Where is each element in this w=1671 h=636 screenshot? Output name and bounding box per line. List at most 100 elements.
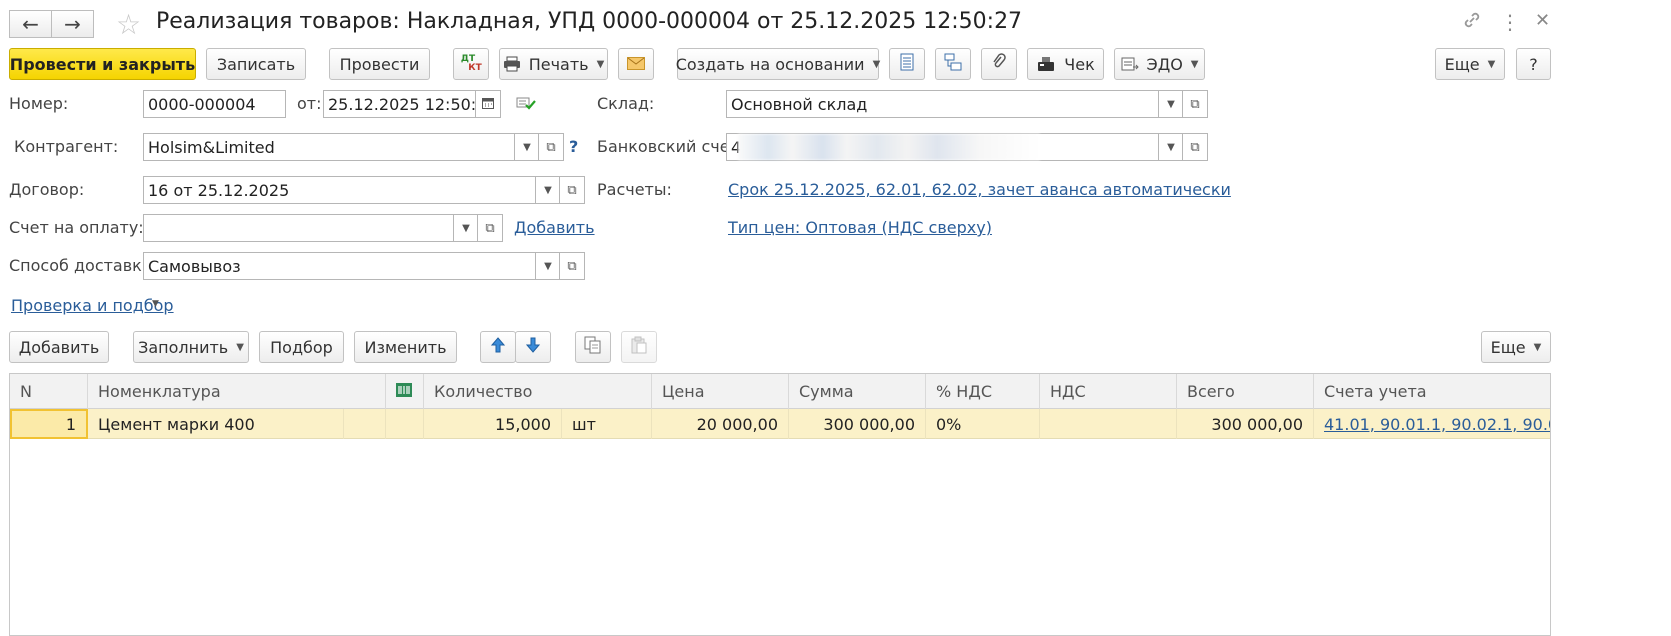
calendar-icon — [482, 97, 494, 112]
forward-button[interactable]: → — [51, 10, 94, 38]
cell-item[interactable]: Цемент марки 400 — [88, 409, 344, 439]
post-button[interactable]: Провести — [329, 48, 430, 80]
help-button[interactable]: ? — [1516, 48, 1551, 80]
column-header-price[interactable]: Цена — [652, 374, 789, 409]
cell-qty[interactable]: 15,000 — [424, 409, 562, 439]
document-list-button[interactable] — [889, 48, 925, 80]
open-window-icon: ⧉ — [1190, 139, 1200, 155]
calendar-button[interactable] — [475, 90, 501, 118]
goods-table[interactable]: N Номенклатура Количество Цена Сумма % Н… — [9, 373, 1551, 636]
move-up-button[interactable] — [480, 331, 516, 363]
table-more-label: Еще — [1490, 337, 1526, 357]
column-header-vat-rate[interactable]: % НДС — [926, 374, 1040, 409]
receipt-button[interactable]: Чек — [1027, 48, 1104, 80]
save-button[interactable]: Записать — [206, 48, 306, 80]
more-button[interactable]: Еще ▼ — [1435, 48, 1505, 80]
column-header-n[interactable]: N — [10, 374, 88, 409]
list-icon — [900, 53, 914, 75]
cell-unit[interactable]: шт — [562, 409, 652, 439]
table-row[interactable]: 1 Цемент марки 400 15,000 шт 20 000,00 3… — [10, 409, 1550, 439]
invoice-field[interactable] — [143, 214, 454, 242]
contract-open-button[interactable]: ⧉ — [559, 176, 585, 204]
check-and-select-link[interactable]: Проверка и подбор — [11, 296, 174, 315]
cell-n[interactable]: 1 — [10, 409, 88, 439]
warehouse-label: Склад: — [597, 94, 655, 113]
column-header-vat[interactable]: НДС — [1040, 374, 1177, 409]
table-change-button[interactable]: Изменить — [354, 331, 457, 363]
column-header-sum[interactable]: Сумма — [789, 374, 926, 409]
more-vertical-icon[interactable]: ⋮ — [1500, 10, 1520, 34]
table-fill-button[interactable]: Заполнить ▼ — [133, 331, 249, 363]
delivery-dropdown-button[interactable]: ▼ — [535, 252, 561, 280]
column-header-total[interactable]: Всего — [1177, 374, 1314, 409]
cell-sum[interactable]: 300 000,00 — [789, 409, 926, 439]
back-button[interactable]: ← — [9, 10, 52, 38]
price-type-link[interactable]: Тип цен: Оптовая (НДС сверху) — [728, 218, 992, 237]
print-button[interactable]: Печать ▼ — [499, 48, 608, 80]
table-more-button[interactable]: Еще ▼ — [1481, 331, 1551, 363]
dtkt-button[interactable]: ДТ КТ — [453, 48, 489, 80]
delivery-open-button[interactable]: ⧉ — [559, 252, 585, 280]
contract-dropdown-button[interactable]: ▼ — [535, 176, 561, 204]
open-window-icon: ⧉ — [567, 182, 577, 198]
counterparty-field[interactable]: Holsim&Limited — [143, 133, 515, 161]
cell-item-extra[interactable] — [344, 409, 386, 439]
star-icon[interactable]: ☆ — [116, 8, 141, 41]
delivery-label: Способ доставки: — [9, 256, 158, 275]
settlements-link[interactable]: Срок 25.12.2025, 62.01, 62.02, зачет ава… — [728, 180, 1231, 199]
accounts-link[interactable]: 41.01, 90.01.1, 90.02.1, 90.03 — [1324, 415, 1550, 434]
number-field[interactable]: 0000-000004 — [143, 90, 286, 118]
contract-label: Договор: — [9, 180, 85, 199]
close-icon[interactable]: ✕ — [1535, 10, 1550, 31]
copy-button[interactable] — [575, 331, 611, 363]
chevron-down-icon: ▼ — [596, 58, 605, 70]
table-header: N Номенклатура Количество Цена Сумма % Н… — [10, 374, 1550, 409]
email-button[interactable] — [618, 48, 654, 80]
table-select-button[interactable]: Подбор — [259, 331, 344, 363]
paste-icon — [631, 336, 647, 358]
contract-field[interactable]: 16 от 25.12.2025 — [143, 176, 536, 204]
move-down-button[interactable] — [515, 331, 551, 363]
bank-account-open-button[interactable]: ⧉ — [1182, 133, 1208, 161]
create-based-on-button[interactable]: Создать на основании ▼ — [675, 48, 880, 80]
post-and-close-button[interactable]: Провести и закрыть — [9, 48, 196, 80]
cell-vat-rate[interactable]: 0% — [926, 409, 1040, 439]
counterparty-open-button[interactable]: ⧉ — [538, 133, 564, 161]
delivery-field[interactable]: Самовывоз — [143, 252, 536, 280]
cell-accounts[interactable]: 41.01, 90.01.1, 90.02.1, 90.03 — [1314, 409, 1550, 439]
cell-code[interactable] — [386, 409, 424, 439]
arrow-left-icon: ← — [22, 12, 39, 36]
printer-icon — [503, 56, 521, 72]
invoice-add-link[interactable]: Добавить — [514, 218, 595, 237]
counterparty-help-icon[interactable]: ? — [569, 137, 578, 156]
column-header-qty[interactable]: Количество — [424, 374, 652, 409]
kt-label: КТ — [468, 63, 482, 73]
attach-button[interactable] — [981, 48, 1017, 80]
structure-icon — [944, 53, 962, 75]
column-header-item[interactable]: Номенклатура — [88, 374, 386, 409]
date-field[interactable]: 25.12.2025 12:50:27 — [323, 90, 476, 118]
chevron-down-icon: ▼ — [236, 341, 244, 353]
bank-account-dropdown-button[interactable]: ▼ — [1158, 133, 1184, 161]
column-header-accounts[interactable]: Счета учета — [1314, 374, 1550, 409]
invoice-dropdown-button[interactable]: ▼ — [453, 214, 479, 242]
column-header-code[interactable] — [386, 374, 424, 409]
counterparty-dropdown-button[interactable]: ▼ — [514, 133, 540, 161]
table-add-button[interactable]: Добавить — [9, 331, 109, 363]
structure-button[interactable] — [935, 48, 971, 80]
warehouse-open-button[interactable]: ⧉ — [1182, 90, 1208, 118]
check-mark-icon[interactable] — [516, 95, 536, 115]
invoice-open-button[interactable]: ⧉ — [477, 214, 503, 242]
paste-button[interactable] — [621, 331, 657, 363]
warehouse-field[interactable]: Основной склад — [726, 90, 1159, 118]
edo-button[interactable]: ЭДО ▼ — [1114, 48, 1205, 80]
chevron-down-icon: ▼ — [544, 184, 552, 196]
create-based-label: Создать на основании — [675, 54, 865, 74]
counterparty-label: Контрагент: — [14, 137, 119, 156]
cell-vat[interactable] — [1040, 409, 1177, 439]
warehouse-dropdown-button[interactable]: ▼ — [1158, 90, 1184, 118]
link-icon[interactable] — [1462, 10, 1482, 35]
cell-price[interactable]: 20 000,00 — [652, 409, 789, 439]
chevron-down-icon[interactable]: ▼ — [152, 299, 159, 309]
cell-total[interactable]: 300 000,00 — [1177, 409, 1314, 439]
